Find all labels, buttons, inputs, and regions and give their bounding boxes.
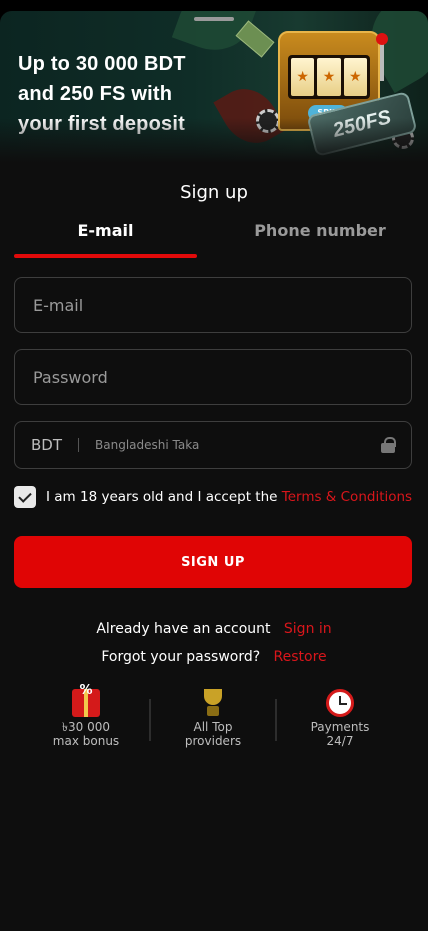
reel: ★ [291, 58, 315, 96]
restore-row: Forgot your password? Restore [0, 649, 428, 665]
active-tab-indicator [14, 254, 197, 258]
tab-email[interactable]: E-mail [14, 219, 197, 249]
have-account-text: Already have an account [96, 621, 271, 637]
gift-icon [72, 683, 100, 717]
terms-label: I am 18 years old and I accept the [46, 489, 278, 505]
drag-handle[interactable] [194, 17, 234, 21]
currency-code: BDT [31, 436, 63, 454]
slot-lever-icon [376, 33, 388, 81]
feature-line-1: All Top [193, 720, 233, 734]
sign-in-link[interactable]: Sign in [284, 621, 332, 637]
currency-select[interactable]: BDT Bangladeshi Taka [14, 421, 412, 469]
signup-sheet: ★ ★ ★ SPIN 250FS Up to 30 000 BDT and 25… [0, 11, 428, 931]
banner-fade [0, 118, 428, 163]
feature-line-1: ৳30 000 [62, 720, 110, 734]
terms-link[interactable]: Terms & Conditions [282, 489, 412, 505]
trophy-icon [199, 689, 227, 717]
currency-divider [78, 438, 80, 452]
password-field[interactable] [15, 350, 411, 404]
tab-phone-number[interactable]: Phone number [228, 219, 412, 249]
lock-icon [381, 437, 396, 453]
sign-up-button[interactable]: SIGN UP [14, 536, 412, 588]
terms-checkbox[interactable] [14, 486, 36, 508]
slot-reels: ★ ★ ★ [288, 55, 370, 99]
email-field[interactable] [15, 278, 411, 332]
clock-icon [326, 689, 354, 717]
email-field-container [14, 277, 412, 333]
currency-name: Bangladeshi Taka [95, 438, 200, 452]
feature-top-providers: All Top providers [150, 689, 276, 748]
terms-consent-row: I am 18 years old and I accept the Terms… [14, 485, 414, 509]
promo-banner: ★ ★ ★ SPIN 250FS Up to 30 000 BDT and 25… [0, 11, 428, 163]
sign-in-row: Already have an account Sign in [0, 621, 428, 637]
feature-line-2: providers [184, 734, 242, 748]
terms-text: I am 18 years old and I accept the Terms… [46, 489, 412, 505]
feature-line-2: 24/7 [326, 734, 354, 748]
reel: ★ [343, 58, 367, 96]
password-field-container [14, 349, 412, 405]
reel: ★ [317, 58, 341, 96]
feature-line-1: Payments [310, 720, 370, 734]
feature-line-2: max bonus [52, 734, 120, 748]
feature-payments: Payments 24/7 [277, 689, 403, 748]
restore-link[interactable]: Restore [274, 649, 327, 665]
feature-max-bonus: ৳30 000 max bonus [23, 683, 149, 748]
page-title: Sign up [180, 182, 248, 203]
forgot-password-text: Forgot your password? [101, 649, 261, 665]
